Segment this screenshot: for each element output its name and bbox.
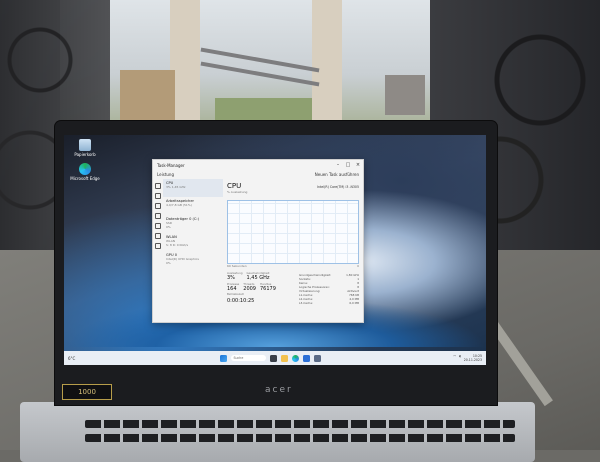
desktop-icon-edge[interactable]: Microsoft Edge bbox=[68, 163, 102, 181]
edge-icon bbox=[79, 163, 91, 175]
clock[interactable]: 10:25 20.11.2023 bbox=[464, 354, 482, 362]
cpu-usage-graph bbox=[227, 200, 359, 264]
desktop-icon-label: Papierkorb bbox=[74, 152, 96, 157]
desktop-icon-label: Microsoft Edge bbox=[70, 176, 100, 181]
run-new-task-button[interactable]: Neuen Task ausführen bbox=[315, 172, 359, 177]
taskbar-search[interactable]: Suche bbox=[230, 355, 266, 361]
minimize-icon[interactable]: – bbox=[333, 162, 343, 168]
details-icon[interactable] bbox=[155, 233, 161, 239]
cpu-title: CPU bbox=[227, 182, 242, 190]
graph-time-label: 60 Sekunden bbox=[227, 264, 247, 268]
cpu-properties: Grundgeschwindigkeit: 1,80 GHz Sockets: 1 … bbox=[299, 273, 359, 305]
window-title: Task-Manager bbox=[157, 162, 185, 168]
title-bar: Task-Manager – □ × bbox=[153, 160, 363, 170]
edge-taskbar-icon[interactable] bbox=[291, 354, 299, 362]
cpu-subtitle: % Auslastung bbox=[227, 190, 248, 194]
laptop-brand-logo: acer bbox=[265, 385, 293, 395]
hdmi-sticker: 1000 bbox=[62, 384, 112, 400]
graph-min-label: 0 bbox=[357, 264, 359, 268]
store-icon[interactable] bbox=[302, 354, 310, 362]
property-row: L3-Cache: 6,0 MB bbox=[299, 301, 359, 305]
task-view-icon[interactable] bbox=[269, 354, 277, 362]
cpu-model: Intel(R) Core(TM) i3 -N305 bbox=[317, 185, 359, 189]
performance-icon[interactable] bbox=[155, 193, 161, 199]
door-frame-right bbox=[312, 0, 342, 125]
processes-icon[interactable] bbox=[155, 183, 161, 189]
resource-item-gpu[interactable]: GPU 0 Intel(R) UHD Graphics 0% bbox=[163, 251, 223, 269]
keyboard-row bbox=[85, 434, 515, 442]
nav-rail bbox=[153, 179, 163, 322]
stat-threads: Threads 2009 bbox=[243, 282, 256, 292]
task-manager-window: Task-Manager – □ × Leistung Neuen Task a… bbox=[152, 159, 364, 323]
stat-handles: Handles 76179 bbox=[260, 282, 276, 292]
close-icon[interactable]: × bbox=[353, 162, 363, 168]
task-manager-taskbar-icon[interactable] bbox=[313, 354, 321, 362]
cpu-detail-panel: CPU % Auslastung Intel(R) Core(TM) i3 -N… bbox=[223, 179, 363, 322]
cardboard-box bbox=[120, 70, 175, 120]
windows-start-icon[interactable] bbox=[219, 354, 227, 362]
keyboard-row bbox=[85, 420, 515, 428]
resource-item-cpu[interactable]: CPU 3% 1,45 GHz bbox=[163, 179, 223, 197]
laptop-base bbox=[20, 402, 535, 462]
stat-utilization: Auslastung 3% bbox=[227, 271, 243, 281]
startup-icon[interactable] bbox=[155, 213, 161, 219]
services-icon[interactable] bbox=[155, 243, 161, 249]
wifi-icon[interactable]: ◠ bbox=[453, 354, 456, 362]
maximize-icon[interactable]: □ bbox=[343, 162, 353, 168]
volume-icon[interactable]: ◖ bbox=[459, 354, 461, 362]
users-icon[interactable] bbox=[155, 223, 161, 229]
taskbar: 6°C Suche ◠ ◖ 10:25 20.11.2023 bbox=[64, 351, 486, 365]
recycle-bin-icon bbox=[79, 139, 91, 151]
resource-item-memory[interactable]: Arbeitsspeicher 4,0/7,8 GB (51%) bbox=[163, 197, 223, 215]
section-title: Leistung bbox=[157, 172, 174, 177]
history-icon[interactable] bbox=[155, 203, 161, 209]
file-explorer-icon[interactable] bbox=[280, 354, 288, 362]
resource-item-wifi[interactable]: WLAN WLAN S: 8 R: 0 Kbit/s bbox=[163, 233, 223, 251]
stat-speed: Geschwindigkeit 1,45 GHz bbox=[246, 271, 270, 281]
shop-box bbox=[385, 75, 425, 115]
laptop-screen: Papierkorb Microsoft Edge Task-Manager –… bbox=[64, 135, 486, 365]
stat-processes: Prozesse 164 bbox=[227, 282, 240, 292]
desktop-icon-recycle-bin[interactable]: Papierkorb bbox=[68, 139, 102, 157]
resource-list: CPU 3% 1,45 GHz Arbeitsspeicher 4,0/7,8 … bbox=[163, 179, 223, 322]
toolbar: Leistung Neuen Task ausführen bbox=[153, 170, 363, 179]
resource-item-disk[interactable]: Datenträger 0 (C:) SSD 0% bbox=[163, 215, 223, 233]
weather-widget[interactable]: 6°C bbox=[64, 356, 128, 361]
